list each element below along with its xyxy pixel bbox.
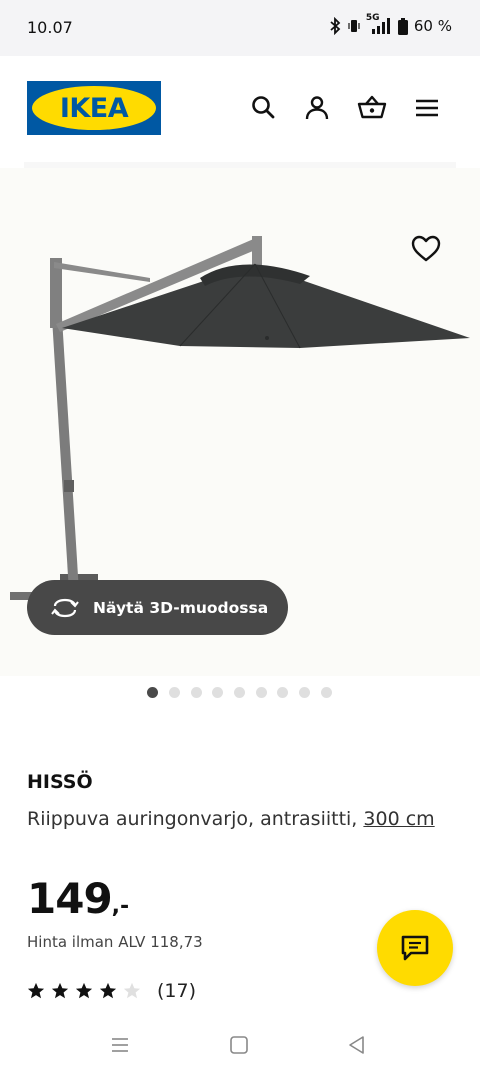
carousel-dot[interactable]	[299, 687, 310, 698]
carousel-dot[interactable]	[212, 687, 223, 698]
product-rating[interactable]: (17)	[27, 980, 196, 1002]
back-icon[interactable]	[346, 1034, 368, 1056]
product-description-text: Riippuva auringonvarjo, antrasiitti,	[27, 808, 358, 830]
site-header: IKEA	[0, 56, 480, 164]
carousel-dot[interactable]	[321, 687, 332, 698]
chat-icon	[401, 935, 429, 961]
star-filled-icon	[75, 982, 93, 999]
logo-text: IKEA	[59, 92, 129, 124]
logo-ellipse: IKEA	[32, 86, 156, 130]
view-3d-button[interactable]: Näytä 3D-muodossa	[27, 580, 288, 635]
product-size-link[interactable]: 300 cm	[363, 808, 434, 830]
status-icons: 5G 60 %	[328, 13, 452, 35]
bluetooth-icon	[330, 17, 341, 35]
status-time: 10.07	[27, 18, 73, 37]
rotate-3d-icon	[51, 598, 79, 617]
signal-icon: 5G	[366, 13, 392, 35]
battery-percent: 60 %	[413, 17, 452, 35]
review-count: (17)	[157, 980, 197, 1002]
carousel-dot[interactable]	[191, 687, 202, 698]
cart-icon[interactable]	[357, 94, 387, 122]
carousel-dots	[0, 685, 480, 699]
star-filled-icon	[27, 982, 45, 999]
carousel-dot[interactable]	[234, 687, 245, 698]
search-icon[interactable]	[250, 94, 278, 122]
carousel-dot[interactable]	[277, 687, 288, 698]
vibrate-icon	[348, 20, 360, 32]
price-suffix: ,-	[111, 894, 130, 919]
view-3d-label: Näytä 3D-muodossa	[93, 598, 269, 617]
price-without-vat: Hinta ilman ALV 118,73	[27, 933, 203, 951]
product-description: Riippuva auringonvarjo, antrasiitti, 300…	[27, 803, 447, 835]
account-icon[interactable]	[303, 94, 331, 122]
product-image-gallery[interactable]: Näytä 3D-muodossa	[0, 168, 480, 676]
battery-icon	[397, 17, 408, 35]
carousel-dot[interactable]	[169, 687, 180, 698]
favorite-heart-icon[interactable]	[408, 230, 444, 266]
star-empty-icon	[123, 982, 141, 999]
chat-button[interactable]	[377, 910, 453, 986]
price-integer: 149	[27, 874, 113, 923]
product-price: 149,-	[27, 874, 129, 923]
recent-apps-icon[interactable]	[109, 1034, 131, 1056]
ikea-logo[interactable]: IKEA	[27, 81, 161, 135]
star-filled-icon	[51, 982, 69, 999]
carousel-dot[interactable]	[147, 687, 158, 698]
status-bar: 10.07 5G 60 %	[0, 0, 480, 56]
carousel-dot[interactable]	[256, 687, 267, 698]
star-filled-icon	[99, 982, 117, 999]
product-name: HISSÖ	[27, 771, 93, 793]
menu-icon[interactable]	[413, 94, 441, 122]
system-nav-bar	[0, 1016, 480, 1073]
home-icon[interactable]	[228, 1034, 250, 1056]
